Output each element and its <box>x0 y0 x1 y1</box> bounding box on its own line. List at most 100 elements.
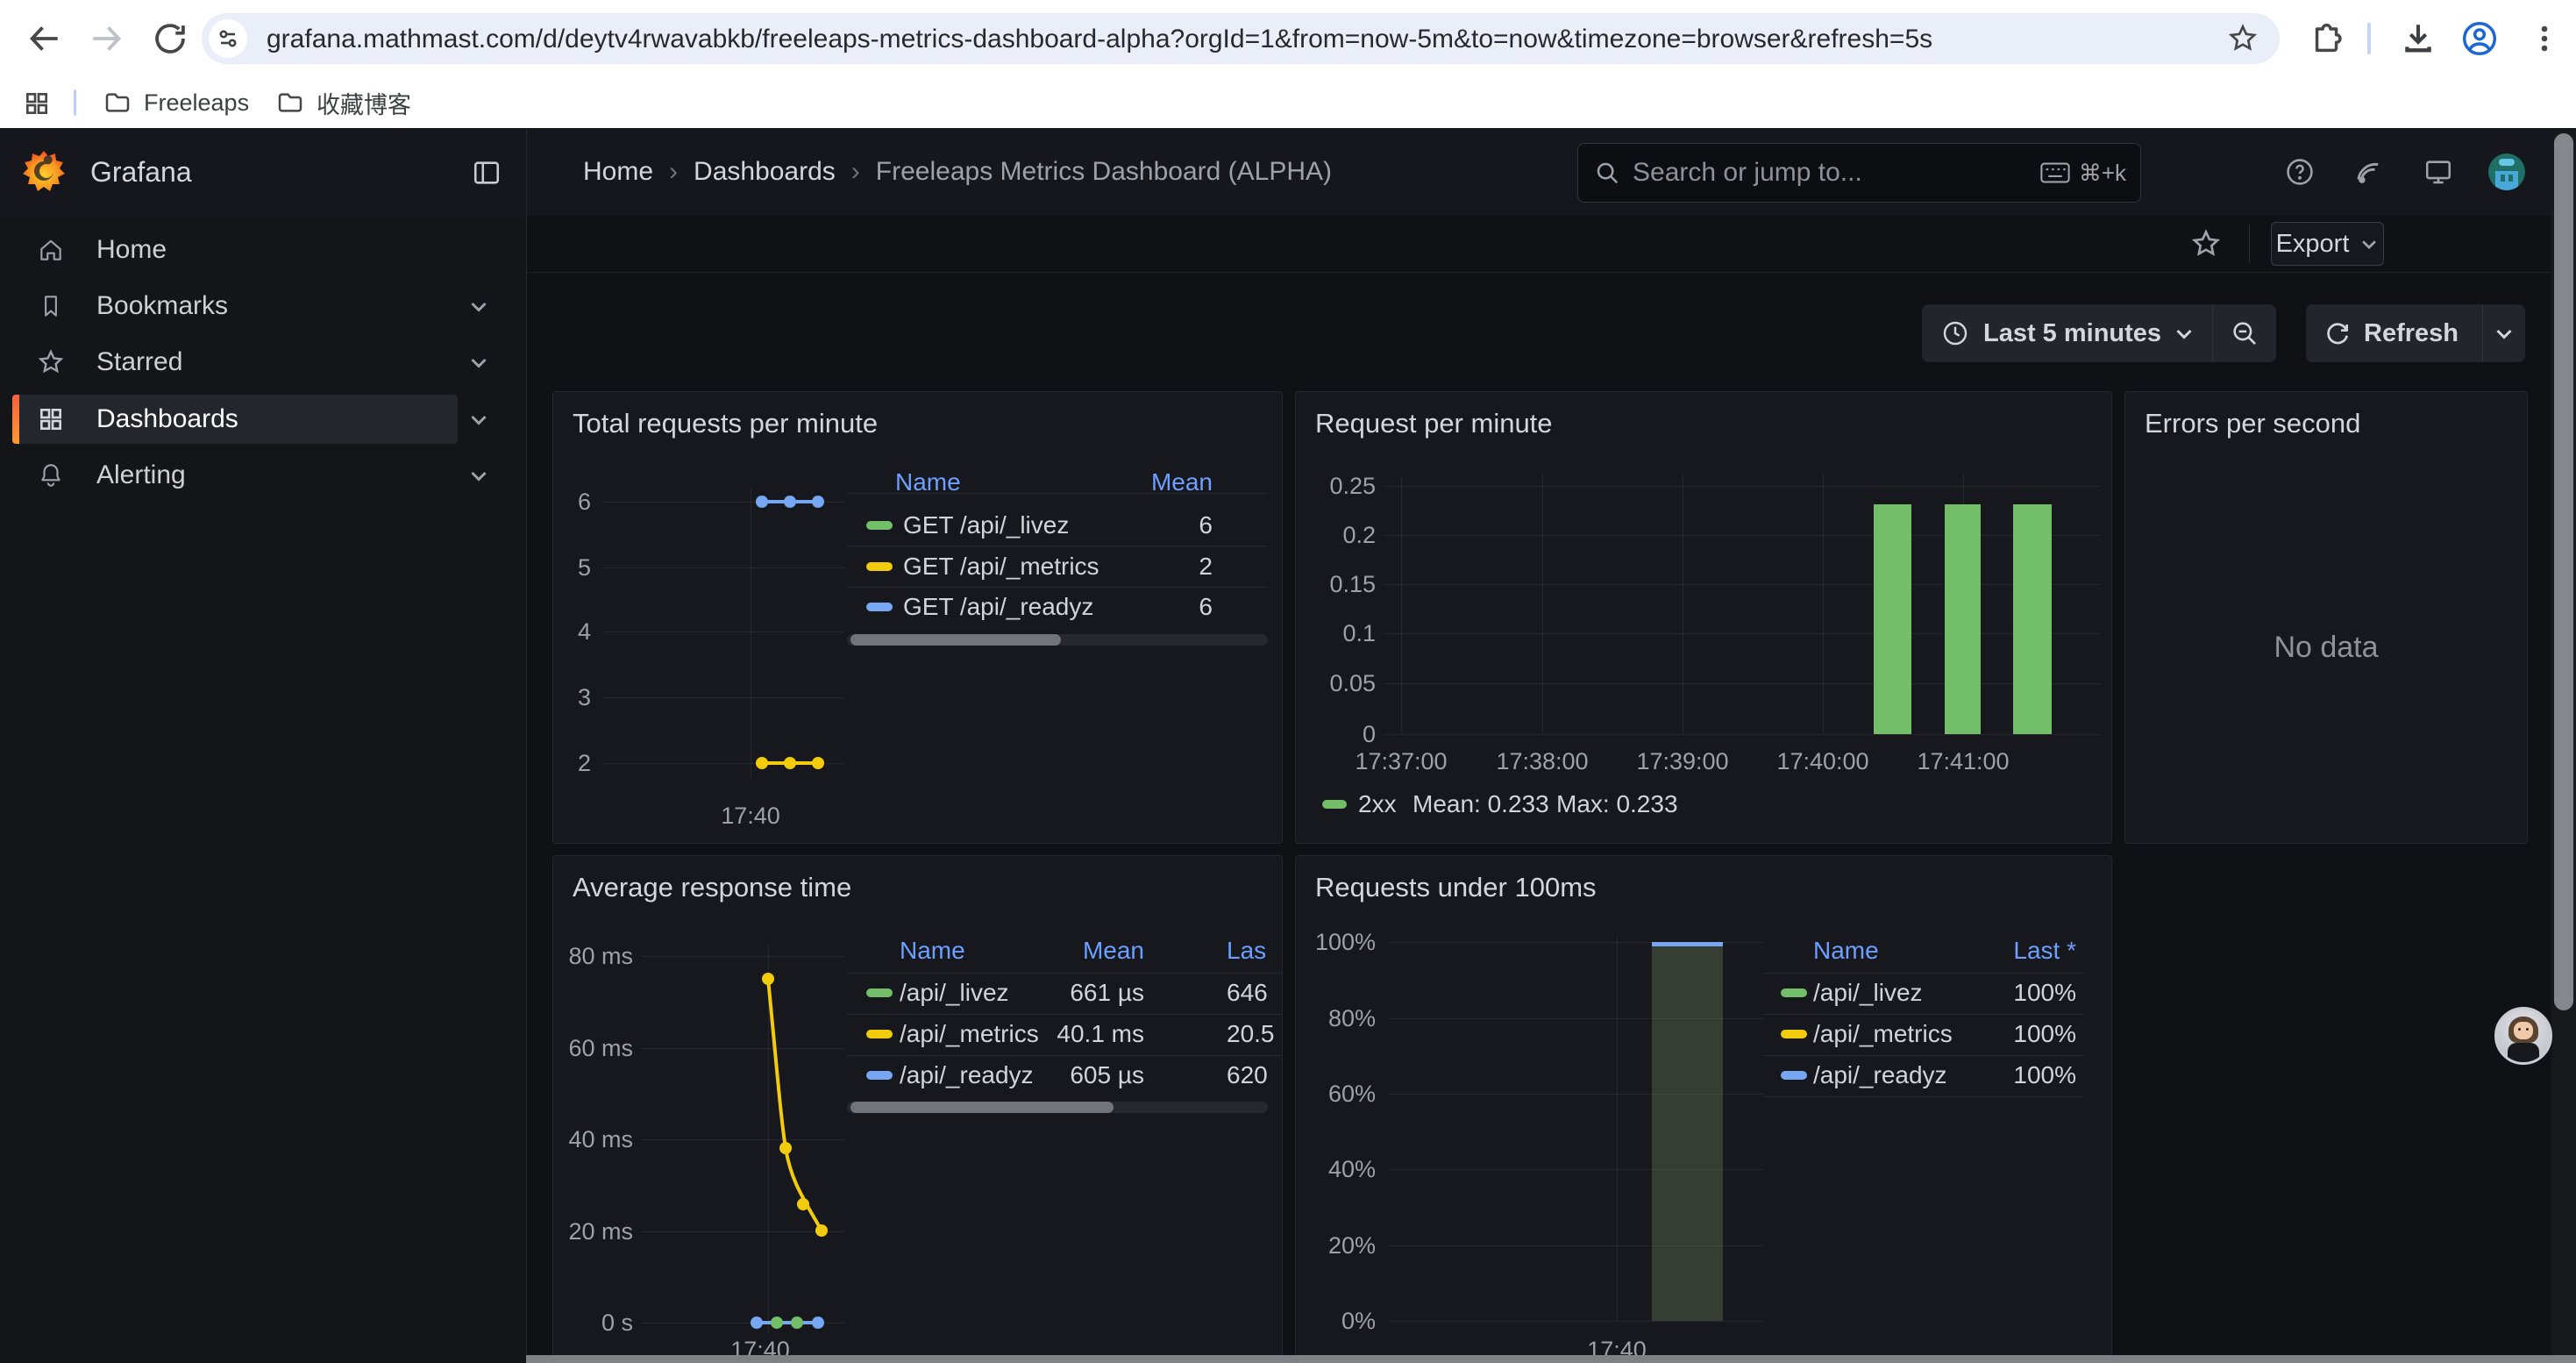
legend-series-name[interactable]: /api/_readyz <box>1813 1062 1947 1088</box>
screen: grafana.mathmast.com/d/deytv4rwavabkb/fr… <box>0 0 2576 1363</box>
legend-table: Name Mean GET /api/_livez 6 GET /api/_me… <box>847 392 1268 845</box>
panel-title[interactable]: Average response time <box>573 872 851 903</box>
legend-series-name[interactable]: GET /api/_readyz <box>903 594 1093 620</box>
sidebar-item-alerting[interactable]: Alerting <box>12 451 458 500</box>
panel-title[interactable]: Request per minute <box>1315 408 1553 439</box>
grafana-logo-icon[interactable] <box>21 149 67 195</box>
legend-series-name[interactable]: /api/_readyz <box>900 1062 1034 1088</box>
back-icon[interactable] <box>25 19 63 58</box>
brand-title: Grafana <box>90 156 192 189</box>
x-tick: 17:37:00 <box>1340 748 1462 774</box>
chevron-down-icon[interactable] <box>468 409 489 430</box>
y-tick: 2 <box>553 750 591 776</box>
forward-icon[interactable] <box>88 19 126 58</box>
bookmark-folder-freeleaps[interactable]: Freeleaps <box>103 86 249 119</box>
legend-series-name[interactable]: /api/_livez <box>1813 980 1923 1006</box>
legend-scrollbar-thumb[interactable] <box>850 634 1061 646</box>
legend-scrollbar-thumb[interactable] <box>850 1102 1114 1113</box>
legend-col-name[interactable]: Name <box>900 938 965 964</box>
data-point <box>771 1317 783 1329</box>
grafana-app: Grafana Home › Dashboards › Freeleaps Me… <box>0 128 2576 1363</box>
bookmark-folder-blogs[interactable]: 收藏博客 <box>276 86 411 119</box>
bookmark-icon <box>37 292 65 320</box>
extensions-icon[interactable] <box>2306 19 2345 58</box>
horizontal-scrollbar[interactable] <box>526 1355 2576 1363</box>
sidebar-toggle-icon[interactable] <box>472 158 502 188</box>
breadcrumb-home[interactable]: Home <box>583 157 653 187</box>
y-tick: 0 <box>1296 721 1376 747</box>
legend-col-last[interactable]: Las <box>1227 938 1266 964</box>
legend-series-name[interactable]: /api/_metrics <box>1813 1021 1953 1047</box>
browser-menu-icon[interactable] <box>2525 19 2564 58</box>
bookmark-star-icon[interactable] <box>2227 23 2259 54</box>
legend-col-name[interactable]: Name <box>895 469 961 496</box>
legend-series-name[interactable]: GET /api/_livez <box>903 512 1069 539</box>
legend-table: Name Mean Las /api/_livez 661 µs 646 /ap… <box>847 856 1282 1363</box>
gridline <box>1384 486 2101 487</box>
sidebar-item-home[interactable]: Home <box>12 225 458 275</box>
monitor-icon[interactable] <box>2423 157 2453 187</box>
series-pill-blue <box>1781 1071 1807 1080</box>
search-input[interactable]: Search or jump to... ⌘+k <box>1577 143 2141 203</box>
reload-icon[interactable] <box>151 19 189 58</box>
apps-grid-icon[interactable] <box>23 89 51 118</box>
profile-icon[interactable] <box>2460 19 2499 58</box>
favorite-star-icon[interactable] <box>2190 228 2222 260</box>
y-tick: 4 <box>553 618 591 645</box>
legend-value: 646 <box>1227 980 1268 1006</box>
y-tick: 3 <box>553 684 591 710</box>
legend-col-mean[interactable]: Mean <box>1083 938 1144 964</box>
sidebar-item-bookmarks[interactable]: Bookmarks <box>12 282 458 331</box>
rss-icon[interactable] <box>2353 157 2383 187</box>
legend-value: 6 <box>1199 594 1213 620</box>
url-bar[interactable]: grafana.mathmast.com/d/deytv4rwavabkb/fr… <box>202 13 2280 64</box>
panel-request-per-minute: Request per minute 0.25 0.2 0.15 0.1 0.0… <box>1295 391 2112 844</box>
legend-scrollbar[interactable] <box>847 634 1268 646</box>
chevron-down-icon[interactable] <box>468 465 489 486</box>
legend-col-mean[interactable]: Mean <box>1151 469 1213 496</box>
download-icon[interactable] <box>2399 19 2437 58</box>
legend-value: 100% <box>2013 1021 2076 1047</box>
x-tick: 17:40 <box>698 803 803 829</box>
series-pill-yellow <box>866 562 893 571</box>
chevron-down-icon[interactable] <box>468 296 489 317</box>
panel-title[interactable]: Total requests per minute <box>573 408 878 439</box>
assistant-avatar[interactable] <box>2494 1007 2552 1065</box>
legend-separator <box>847 973 1282 974</box>
folder-icon <box>276 89 304 117</box>
user-avatar[interactable] <box>2488 153 2525 190</box>
legend-series-name[interactable]: 2xx <box>1358 791 1397 817</box>
sidebar-item-starred[interactable]: Starred <box>12 338 458 387</box>
page-scrollbar-thumb[interactable] <box>2554 133 2573 1010</box>
chevron-down-icon[interactable] <box>468 352 489 373</box>
panel-title[interactable]: Requests under 100ms <box>1315 872 1597 903</box>
legend-series-name[interactable]: GET /api/_metrics <box>903 553 1099 580</box>
site-settings-icon[interactable] <box>209 19 247 58</box>
refresh-button[interactable]: Refresh <box>2364 319 2459 348</box>
sidebar-item-dashboards[interactable]: Dashboards <box>12 395 458 444</box>
url-text[interactable]: grafana.mathmast.com/d/deytv4rwavabkb/fr… <box>267 25 1932 54</box>
y-tick: 0.2 <box>1296 522 1376 548</box>
refresh-interval-chevron-icon[interactable] <box>2483 323 2525 344</box>
legend-scrollbar[interactable] <box>847 1102 1268 1113</box>
legend-series-name[interactable]: /api/_livez <box>900 980 1009 1006</box>
data-point <box>751 1317 763 1329</box>
time-range-picker[interactable]: Last 5 minutes <box>1983 319 2161 348</box>
zoom-out-icon[interactable] <box>2230 318 2259 348</box>
legend-col-last[interactable]: Last * <box>2013 938 2076 964</box>
panel-title[interactable]: Errors per second <box>2145 408 2360 439</box>
export-button[interactable]: Export <box>2271 222 2384 266</box>
legend-value: 20.5 r <box>1227 1021 1282 1047</box>
data-point <box>756 757 768 769</box>
help-icon[interactable] <box>2285 157 2315 187</box>
page-scrollbar[interactable] <box>2551 128 2576 1363</box>
legend-separator <box>847 493 1268 494</box>
legend-series-name[interactable]: /api/_metrics <box>900 1021 1039 1047</box>
series-pill-yellow <box>866 1030 893 1038</box>
legend-col-name[interactable]: Name <box>1813 938 1879 964</box>
breadcrumb-separator: › <box>851 157 860 187</box>
chevron-down-icon <box>2359 234 2379 253</box>
y-tick: 0.1 <box>1296 620 1376 646</box>
chevron-down-icon[interactable] <box>2174 323 2195 344</box>
breadcrumb-dashboards[interactable]: Dashboards <box>694 157 836 187</box>
